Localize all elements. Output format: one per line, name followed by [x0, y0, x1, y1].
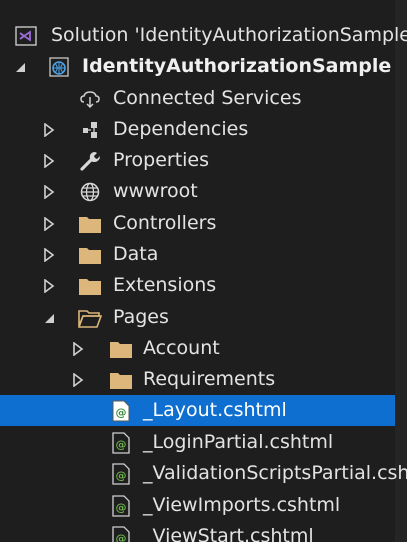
expanded-arrow-icon[interactable]: [13, 51, 27, 82]
tree-item-wwwroot[interactable]: wwwroot: [0, 176, 395, 207]
collapsed-arrow-icon[interactable]: [42, 114, 56, 145]
svg-text:@: @: [116, 406, 127, 419]
collapsed-arrow-icon[interactable]: [71, 364, 85, 395]
tree-item-controllers[interactable]: Controllers: [0, 208, 395, 239]
tree-label: Properties: [113, 149, 210, 171]
web-project-icon: [47, 51, 71, 82]
tree-label: _ViewStart.cshtml: [143, 525, 314, 542]
open-folder-icon: [78, 302, 102, 333]
collapsed-arrow-icon[interactable]: [42, 145, 56, 176]
tree-item-project[interactable]: IdentityAuthorizationSample: [0, 51, 395, 82]
tree-label: _Layout.cshtml: [143, 399, 287, 421]
razor-file-icon: @: [109, 458, 133, 489]
connected-services-icon: [78, 83, 102, 114]
tree-item-account[interactable]: Account: [0, 333, 395, 364]
tree-item-properties[interactable]: Properties: [0, 145, 395, 176]
dependencies-icon: [78, 114, 102, 145]
tree-label: _ViewImports.cshtml: [143, 494, 341, 516]
expanded-arrow-icon[interactable]: [42, 302, 56, 333]
collapsed-arrow-icon[interactable]: [42, 208, 56, 239]
svg-text:@: @: [116, 469, 127, 482]
tree-item-loginpartial-cshtml[interactable]: @ _LoginPartial.cshtml: [0, 427, 395, 458]
tree-item-dependencies[interactable]: Dependencies: [0, 114, 395, 145]
tree-item-viewimports-cshtml[interactable]: @ _ViewImports.cshtml: [0, 490, 395, 521]
tree-item-layout-cshtml[interactable]: @ _Layout.cshtml: [0, 395, 395, 426]
svg-text:@: @: [116, 532, 127, 542]
svg-text:@: @: [116, 438, 127, 451]
folder-icon: [109, 333, 133, 364]
razor-file-icon: @: [109, 490, 133, 521]
globe-icon: [78, 176, 102, 207]
tree-label: Extensions: [113, 274, 217, 296]
wrench-icon: [78, 145, 102, 176]
tree-item-connected-services[interactable]: Connected Services: [0, 83, 395, 114]
tree-label: Connected Services: [113, 87, 302, 109]
tree-label: Pages: [113, 306, 169, 328]
tree-label: Controllers: [113, 212, 217, 234]
razor-file-icon: @: [109, 521, 133, 542]
collapsed-arrow-icon[interactable]: [42, 270, 56, 301]
razor-file-icon: @: [109, 395, 133, 426]
tree-label: _ValidationScriptsPartial.cshtml: [143, 462, 407, 484]
tree-label: Dependencies: [113, 118, 249, 140]
tree-label: _LoginPartial.cshtml: [143, 431, 334, 453]
tree-item-validationscriptspartial-cshtml[interactable]: @ _ValidationScriptsPartial.cshtml: [0, 458, 407, 489]
tree-label: Data: [113, 243, 159, 265]
collapsed-arrow-icon[interactable]: [42, 176, 56, 207]
folder-icon: [78, 239, 102, 270]
folder-icon: [78, 208, 102, 239]
tree-label: Requirements: [143, 368, 276, 390]
visual-studio-solution-icon: [14, 20, 38, 51]
tree-item-solution[interactable]: Solution 'IdentityAuthorizationSample' (…: [0, 20, 407, 51]
collapsed-arrow-icon[interactable]: [71, 333, 85, 364]
tree-item-pages[interactable]: Pages: [0, 302, 395, 333]
tree-item-viewstart-cshtml[interactable]: @ _ViewStart.cshtml: [0, 521, 395, 542]
tree-item-data[interactable]: Data: [0, 239, 395, 270]
tree-label: wwwroot: [113, 180, 198, 202]
solution-label: Solution 'IdentityAuthorizationSample' (…: [51, 24, 407, 46]
tree-item-requirements[interactable]: Requirements: [0, 364, 395, 395]
folder-icon: [109, 364, 133, 395]
collapsed-arrow-icon[interactable]: [42, 239, 56, 270]
folder-icon: [78, 270, 102, 301]
svg-text:@: @: [116, 501, 127, 514]
solution-explorer-tree: Solution 'IdentityAuthorizationSample' (…: [0, 0, 407, 542]
razor-file-icon: @: [109, 427, 133, 458]
tree-item-extensions[interactable]: Extensions: [0, 270, 395, 301]
project-label: IdentityAuthorizationSample: [82, 55, 392, 77]
tree-label: Account: [143, 337, 220, 359]
